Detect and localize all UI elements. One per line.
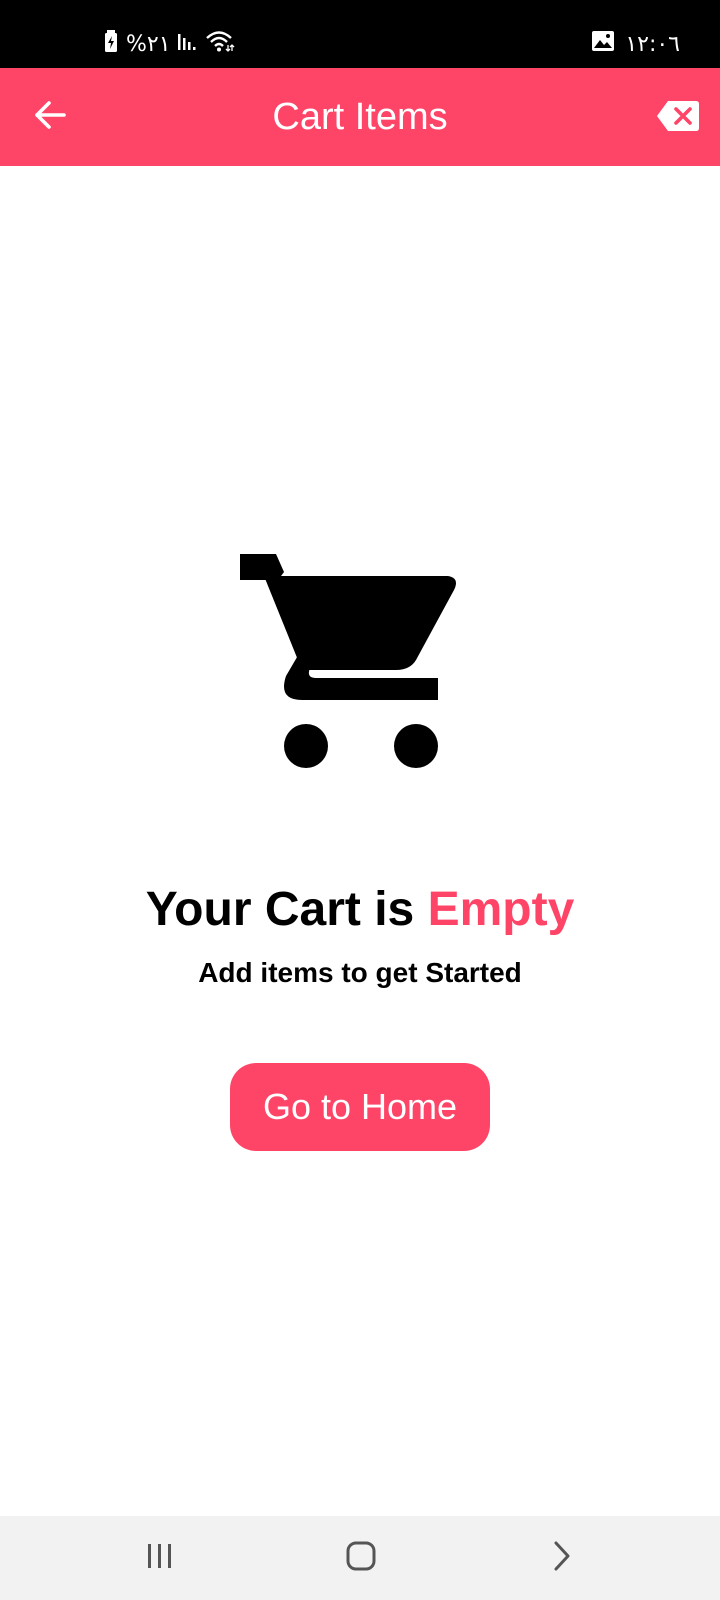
back-nav-button[interactable]	[530, 1532, 594, 1584]
system-nav-bar	[0, 1516, 720, 1600]
clear-cart-button[interactable]	[654, 98, 702, 138]
image-notification-icon	[591, 30, 615, 58]
shopping-cart-icon	[240, 540, 480, 780]
back-chevron-icon	[551, 1540, 573, 1577]
page-title: Cart Items	[272, 95, 448, 138]
wifi-icon	[205, 29, 235, 59]
battery-charging-icon	[104, 29, 120, 59]
status-right-group: ١٢:٠٦	[591, 30, 680, 58]
signal-icon	[177, 30, 199, 58]
backspace-clear-icon	[656, 100, 700, 137]
recents-button[interactable]	[128, 1532, 192, 1584]
recents-icon	[145, 1542, 175, 1575]
status-bar: %٢١ ١٢:٠٦	[0, 0, 720, 68]
back-button[interactable]	[26, 93, 74, 141]
arrow-left-icon	[33, 100, 67, 135]
go-to-home-button[interactable]: Go to Home	[230, 1063, 490, 1151]
empty-cart-state: Your Cart is Empty Add items to get Star…	[0, 540, 720, 989]
empty-headline: Your Cart is Empty	[146, 882, 575, 937]
home-nav-button[interactable]	[329, 1532, 393, 1584]
empty-subline: Add items to get Started	[198, 957, 522, 988]
headline-prefix: Your Cart is	[145, 883, 428, 936]
battery-percent: %٢١	[126, 31, 171, 57]
app-bar: Cart Items	[0, 68, 720, 166]
clock: ١٢:٠٦	[625, 31, 680, 57]
headline-accent: Empty	[427, 883, 575, 936]
home-icon	[345, 1540, 377, 1577]
status-left-group: %٢١	[104, 30, 235, 58]
